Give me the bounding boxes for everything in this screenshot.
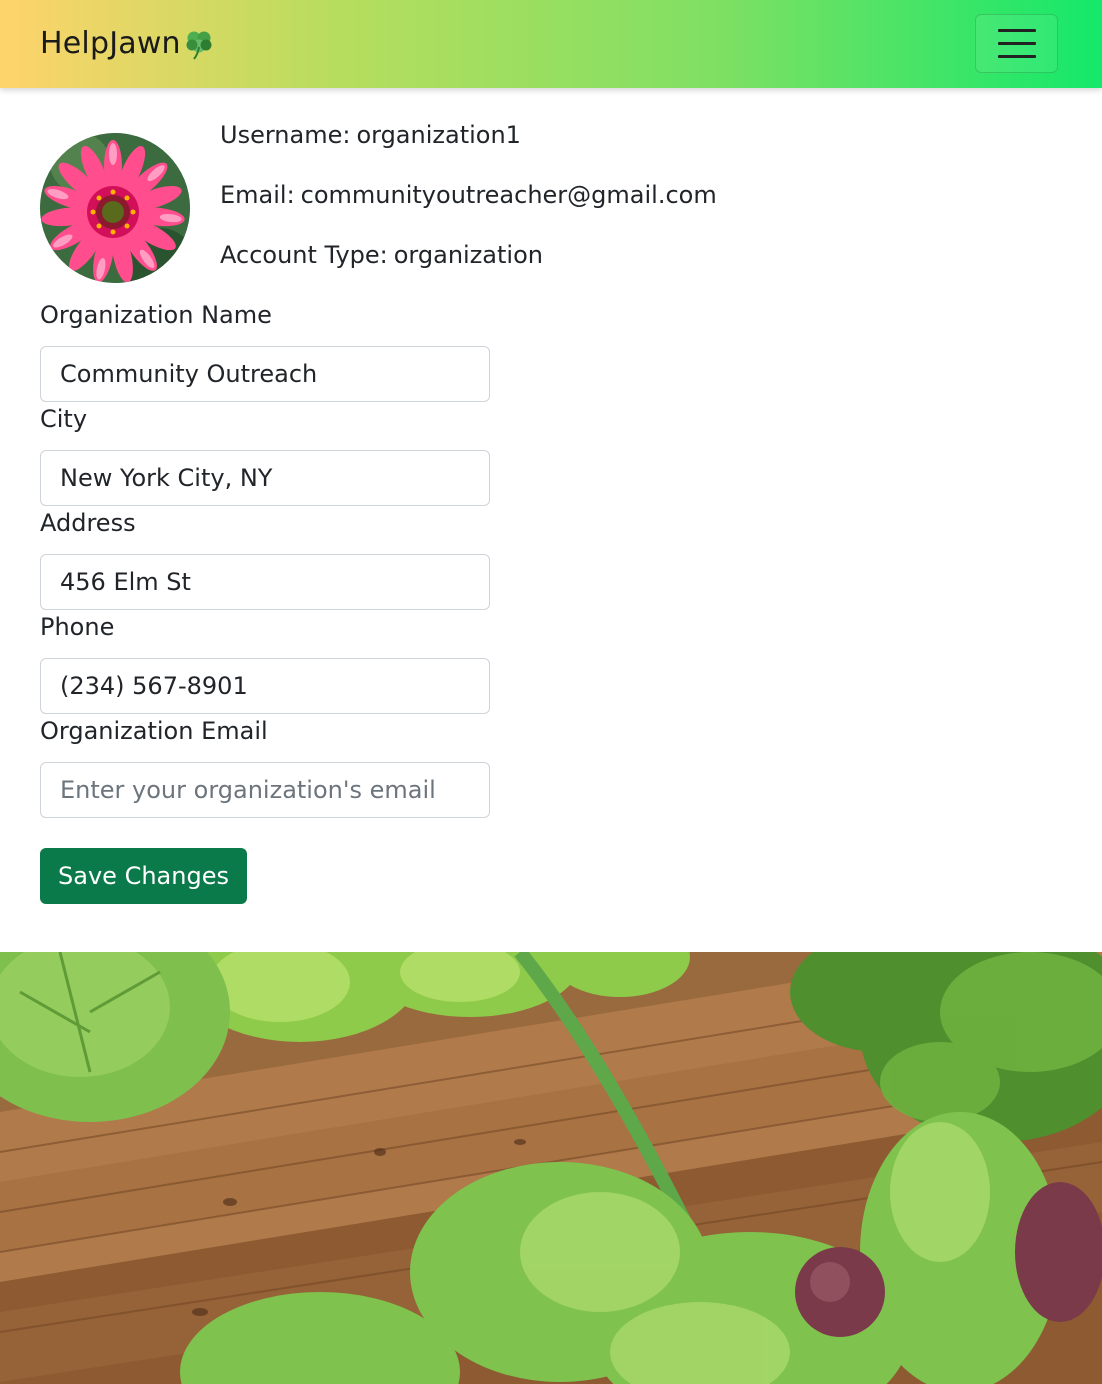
shamrock-icon — [186, 31, 212, 60]
profile-avatar — [40, 133, 190, 283]
hamburger-line — [997, 29, 1036, 32]
address-input[interactable] — [40, 554, 490, 610]
garden-illustration — [0, 952, 1102, 1384]
hamburger-line — [997, 42, 1036, 45]
org-email-input[interactable] — [40, 762, 490, 818]
account-type-line: Account Type: organization — [220, 240, 543, 270]
phone-input[interactable] — [40, 658, 490, 714]
org-name-input[interactable] — [40, 346, 490, 402]
username-label: Username: — [220, 121, 351, 149]
email-value: communityoutreacher@gmail.com — [300, 181, 717, 209]
account-type-value: organization — [393, 241, 543, 269]
org-email-label: Organization Email — [40, 717, 268, 745]
brand-name: HelpJawn — [40, 26, 181, 61]
email-label: Email: — [220, 181, 295, 209]
hamburger-menu-button[interactable] — [975, 14, 1058, 73]
garden-bed-image — [0, 952, 1102, 1384]
username-line: Username: organization1 — [220, 120, 521, 150]
navbar: HelpJawn — [0, 0, 1102, 88]
city-input[interactable] — [40, 450, 490, 506]
username-value: organization1 — [356, 121, 521, 149]
account-type-label: Account Type: — [220, 241, 388, 269]
hamburger-line — [997, 55, 1036, 58]
save-changes-button[interactable]: Save Changes — [40, 848, 247, 904]
phone-label: Phone — [40, 613, 115, 641]
address-label: Address — [40, 509, 136, 537]
city-label: City — [40, 405, 88, 433]
email-line: Email: communityoutreacher@gmail.com — [220, 180, 717, 210]
brand[interactable]: HelpJawn — [40, 26, 216, 62]
org-name-label: Organization Name — [40, 301, 272, 329]
flower-avatar-icon — [40, 133, 190, 283]
